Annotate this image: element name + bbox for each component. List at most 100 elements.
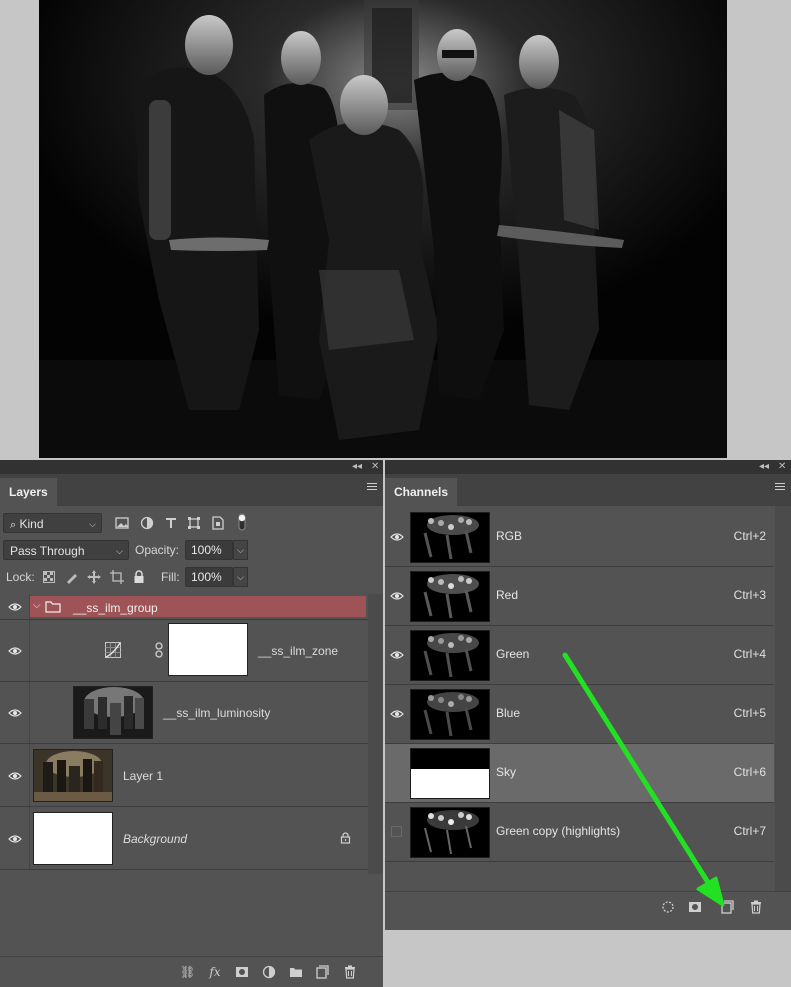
channels-scrollbar[interactable] — [775, 506, 791, 898]
save-selection-as-channel-icon[interactable] — [688, 900, 702, 914]
mask-link-icon[interactable] — [155, 642, 163, 658]
chevron-down-icon: ⌵ — [116, 546, 123, 556]
layer-thumbnail[interactable] — [33, 749, 113, 802]
folder-icon — [45, 601, 61, 613]
channel-thumbnail — [410, 807, 490, 858]
channel-row-red[interactable]: Red Ctrl+3 — [385, 567, 774, 626]
curves-adjustment-icon[interactable] — [105, 642, 121, 658]
document-canvas-area — [0, 0, 791, 460]
blend-mode-dropdown[interactable]: Pass Through ⌵ — [3, 540, 129, 560]
visibility-column — [0, 620, 30, 681]
add-mask-icon[interactable] — [235, 965, 249, 979]
layer-style-fx-icon[interactable]: fx — [208, 965, 222, 979]
panel-menu-icon[interactable] — [367, 483, 377, 493]
channel-row-blue[interactable]: Blue Ctrl+5 — [385, 685, 774, 744]
lock-artboard-icon[interactable] — [110, 570, 124, 584]
blend-mode-value: Pass Through — [10, 544, 85, 558]
eye-icon[interactable] — [390, 591, 404, 601]
eye-icon[interactable] — [8, 646, 22, 656]
new-adjustment-layer-icon[interactable] — [262, 965, 276, 979]
layer-name: Background — [123, 832, 188, 846]
document-photo[interactable] — [39, 0, 727, 458]
lock-position-icon[interactable] — [87, 570, 101, 584]
new-channel-icon[interactable] — [721, 900, 735, 914]
layers-panel-footer: ⛓ fx — [0, 956, 383, 987]
pixel-layer-filter-icon[interactable] — [115, 516, 129, 530]
lock-transparent-pixels-icon[interactable] — [43, 571, 55, 583]
layer-thumbnail[interactable] — [33, 812, 113, 865]
new-group-icon[interactable] — [289, 965, 303, 979]
layer-name: __ss_ilm_luminosity — [163, 706, 271, 720]
eye-icon[interactable] — [8, 602, 22, 612]
collapse-panel-icon[interactable]: ◂◂ — [352, 461, 362, 473]
shape-layer-filter-icon[interactable] — [187, 516, 201, 530]
collapse-panel-icon[interactable]: ◂◂ — [759, 461, 769, 473]
adjustment-layer-filter-icon[interactable] — [140, 516, 154, 530]
layer-row-group[interactable]: ⌵ __ss_ilm_group — [0, 594, 368, 620]
channel-list: RGB Ctrl+2 Red Ctrl+3 Green Ctrl+4 Blue … — [385, 508, 774, 862]
channel-row-green-copy[interactable]: Green copy (highlights) Ctrl+7 — [385, 803, 774, 862]
visibility-column — [0, 807, 30, 869]
layer-name: Layer 1 — [123, 769, 164, 783]
filter-toggle-icon[interactable] — [235, 512, 249, 532]
new-layer-icon[interactable] — [316, 965, 330, 979]
close-panel-icon[interactable]: ✕ — [778, 461, 786, 473]
link-layers-icon[interactable]: ⛓ — [180, 965, 195, 979]
layer-row-luminosity[interactable]: __ss_ilm_luminosity — [0, 682, 368, 744]
lock-image-pixels-icon[interactable] — [65, 570, 79, 584]
channel-thumbnail — [410, 748, 490, 799]
channels-panel-footer — [385, 891, 791, 922]
smart-object-filter-icon[interactable] — [211, 516, 225, 530]
type-layer-filter-icon[interactable] — [164, 516, 178, 530]
opacity-label: Opacity: — [135, 543, 180, 557]
eye-icon[interactable] — [8, 708, 22, 718]
chevron-down-icon: ⌵ — [89, 519, 96, 529]
chevron-down-icon[interactable]: ⌵ — [33, 600, 41, 611]
layer-mask-thumbnail[interactable] — [168, 623, 248, 676]
visibility-column — [0, 594, 30, 619]
channel-row-sky[interactable]: Sky Ctrl+6 — [385, 744, 774, 803]
fill-slider-toggle[interactable]: ⌵ — [233, 567, 248, 587]
eye-icon[interactable] — [8, 771, 22, 781]
opacity-input[interactable]: 100% — [185, 540, 233, 560]
layer-thumbnail[interactable] — [73, 686, 153, 739]
filter-kind-dropdown[interactable]: ⌕ Kind ⌵ — [3, 513, 102, 533]
channel-thumbnail — [410, 630, 490, 681]
filter-kind-label: Kind — [19, 517, 44, 531]
tab-channels[interactable]: Channels — [385, 478, 458, 506]
layers-panel: ◂◂ ✕ Layers ⌕ Kind ⌵ Pass Through ⌵ Opac — [0, 460, 383, 987]
layer-row-background[interactable]: Background — [0, 807, 368, 870]
layer-row-zone[interactable]: __ss_ilm_zone — [0, 620, 368, 682]
layers-scrollbar[interactable] — [368, 594, 383, 874]
trash-icon[interactable] — [749, 900, 763, 914]
fill-input[interactable]: 100% — [185, 567, 233, 587]
panel-menu-icon[interactable] — [775, 483, 785, 493]
lock-all-icon[interactable] — [132, 570, 146, 584]
lock-icon[interactable] — [340, 832, 351, 844]
close-panel-icon[interactable]: ✕ — [371, 461, 379, 473]
channel-row-rgb[interactable]: RGB Ctrl+2 — [385, 508, 774, 567]
layer-row-layer-1[interactable]: Layer 1 — [0, 744, 368, 807]
load-channel-as-selection-icon[interactable] — [661, 900, 675, 914]
eye-icon[interactable] — [390, 709, 404, 719]
search-icon: ⌕ — [10, 519, 17, 531]
channel-name: Green copy (highlights) — [496, 824, 621, 838]
channel-visibility-toggle[interactable] — [391, 826, 402, 837]
channel-shortcut: Ctrl+2 — [733, 529, 766, 543]
channel-shortcut: Ctrl+3 — [733, 588, 766, 602]
trash-icon[interactable] — [343, 965, 357, 979]
channel-shortcut: Ctrl+7 — [733, 824, 766, 838]
layers-tabbar: Layers — [0, 474, 383, 506]
channel-row-green[interactable]: Green Ctrl+4 — [385, 626, 774, 685]
channel-name: Green — [496, 647, 530, 661]
tab-layers[interactable]: Layers — [0, 478, 57, 506]
channels-panel-title-strip: ◂◂ ✕ — [385, 460, 791, 474]
channel-thumbnail — [410, 689, 490, 740]
eye-icon[interactable] — [8, 834, 22, 844]
opacity-slider-toggle[interactable]: ⌵ — [233, 540, 248, 560]
visibility-column — [0, 744, 30, 806]
eye-icon[interactable] — [390, 650, 404, 660]
eye-icon[interactable] — [390, 532, 404, 542]
channel-thumbnail — [410, 512, 490, 563]
channel-visibility-toggle[interactable] — [391, 767, 402, 778]
